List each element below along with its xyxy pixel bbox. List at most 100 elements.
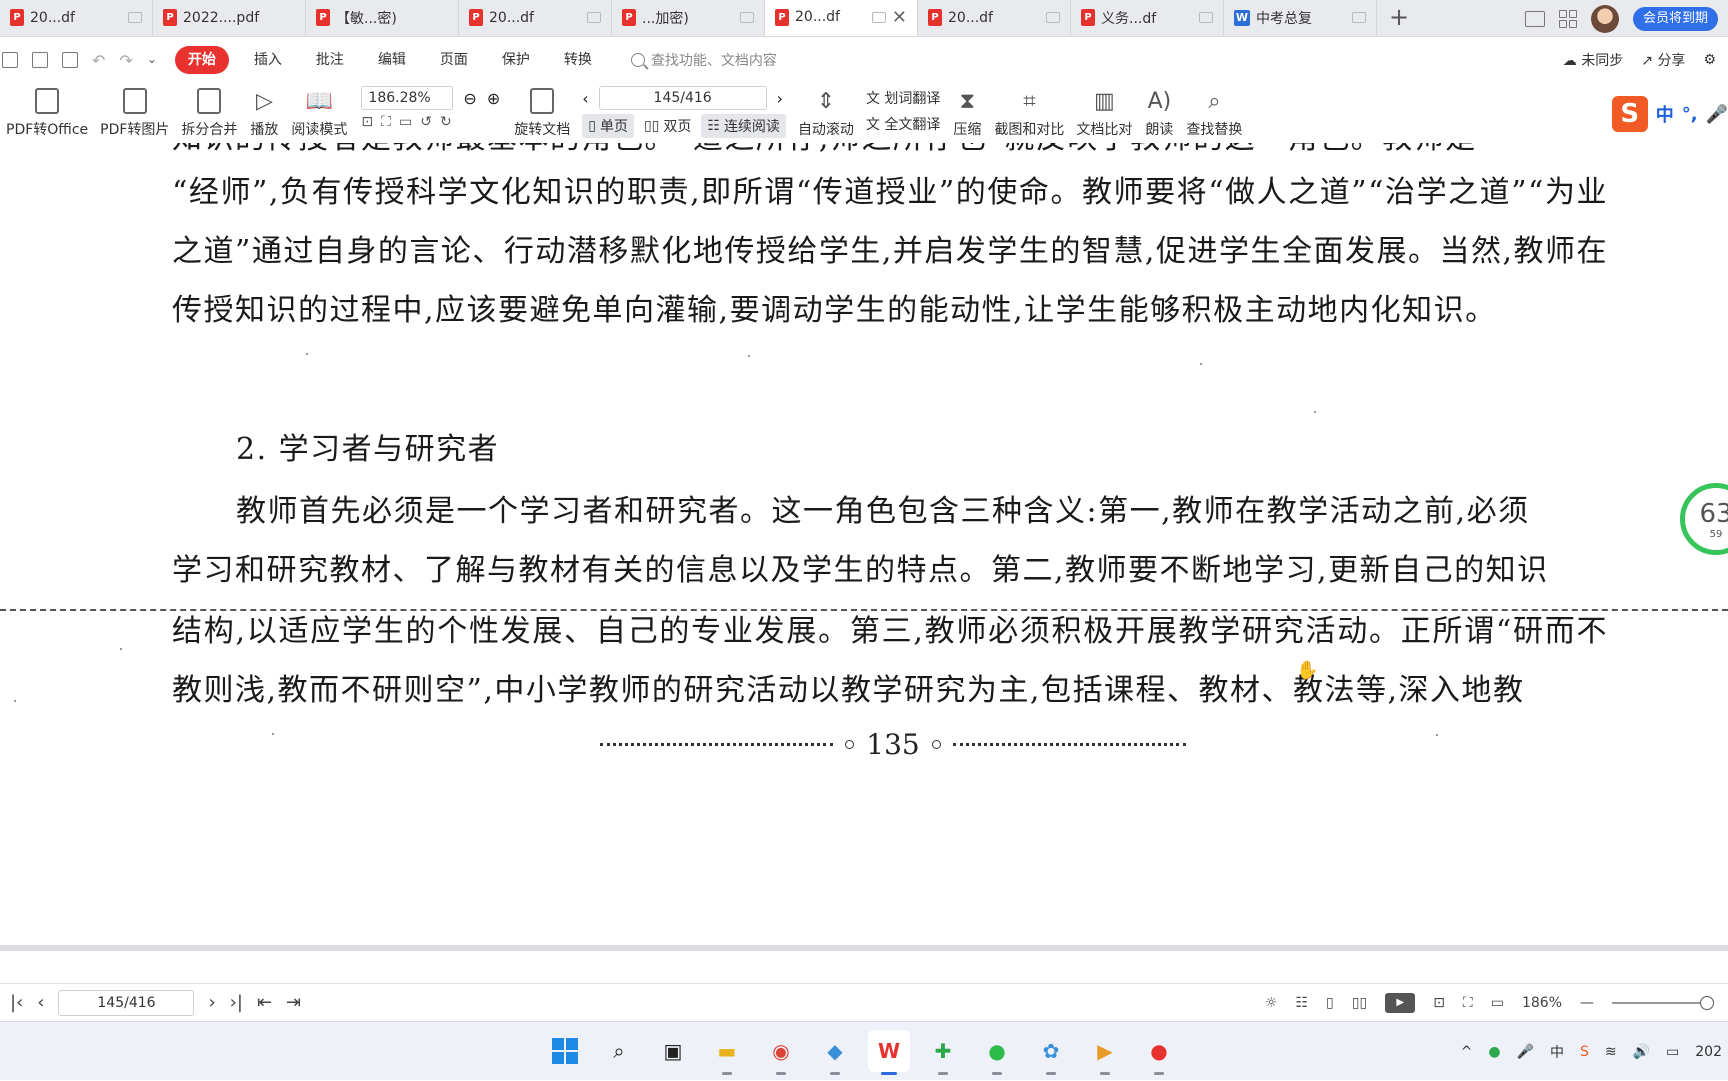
first-page-icon[interactable]: |‹ <box>10 992 23 1013</box>
rotate-left-icon[interactable]: ↺ <box>420 114 432 130</box>
auto-scroll-button[interactable]: ⇕ 自动滚动 <box>792 82 860 139</box>
settings-icon[interactable]: ⚙ <box>1703 52 1716 68</box>
undo-icon[interactable]: ↶ <box>92 51 105 70</box>
fit-width-icon[interactable]: ▭ <box>399 114 412 130</box>
close-tab-icon[interactable]: ✕ <box>892 7 907 28</box>
media-icon[interactable]: ▶ <box>1084 1030 1126 1075</box>
tab-5-active[interactable]: P 20...df ✕ <box>765 0 918 36</box>
tab-7[interactable]: P 义务...df <box>1071 0 1224 36</box>
zoom-out-icon[interactable]: ⊖ <box>463 89 476 108</box>
find-replace-button[interactable]: ⌕ 查找替换 <box>1180 82 1248 139</box>
back-icon[interactable]: ⇤ <box>257 992 272 1013</box>
compress-button[interactable]: ⧗ 压缩 <box>946 82 988 139</box>
chrome-icon[interactable]: ◉ <box>760 1030 802 1075</box>
single-page-button[interactable]: ▯ 单页 <box>582 114 634 138</box>
file-explorer-icon[interactable]: ▬ <box>706 1030 748 1075</box>
prev-page-icon[interactable]: ‹ <box>37 992 44 1013</box>
status-page-input[interactable]: 145/416 <box>58 989 195 1016</box>
menu-edit[interactable]: 编辑 <box>361 46 423 74</box>
search-icon[interactable]: ⌕ <box>598 1030 640 1072</box>
tab-0[interactable]: P 20...df <box>0 0 153 36</box>
feature-search[interactable]: 查找功能、文档内容 <box>630 50 777 70</box>
chevron-up-icon[interactable]: ^ <box>1461 1044 1473 1060</box>
fit-width-icon[interactable]: ▭ <box>1491 995 1504 1011</box>
sogou-tray-icon[interactable]: S <box>1580 1044 1589 1060</box>
play-icon[interactable]: ▶ <box>1385 993 1416 1013</box>
continuous-read-button[interactable]: ☷ 连续阅读 <box>701 114 786 138</box>
open-folder-icon[interactable] <box>2 52 18 68</box>
double-page-button[interactable]: ▯▯ 双页 <box>638 114 697 138</box>
page-number-input[interactable]: 145/416 <box>598 86 767 110</box>
save-icon[interactable] <box>32 52 48 68</box>
doc-compare-button[interactable]: ▥ 文档比对 <box>1070 82 1138 139</box>
window-mode-icon[interactable] <box>1524 10 1545 27</box>
app-icon[interactable]: ◆ <box>814 1030 856 1075</box>
split-merge-button[interactable]: 拆分合并 <box>175 82 243 139</box>
microphone-icon[interactable]: 🎤 <box>1517 1044 1534 1060</box>
tab-8[interactable]: W 中考总复 <box>1224 0 1377 36</box>
zoom-select[interactable]: 186.28% <box>361 86 454 110</box>
print-icon[interactable] <box>62 52 78 68</box>
actual-size-icon[interactable]: ⊡ <box>1433 995 1445 1011</box>
forward-icon[interactable]: ⇥ <box>286 992 301 1013</box>
menu-annotate[interactable]: 批注 <box>299 46 361 74</box>
menu-insert[interactable]: 插入 <box>237 46 299 74</box>
recorder-icon[interactable]: ● <box>1138 1030 1180 1075</box>
menu-protect[interactable]: 保护 <box>485 46 547 74</box>
document-view[interactable]: 知识的传授者是教师最基本的角色。“道之所存,师之所存也”就反映了教师的这一角色。… <box>0 143 1728 945</box>
sync-status[interactable]: ☁ 未同步 <box>1563 50 1623 70</box>
menu-convert[interactable]: 转换 <box>547 46 609 74</box>
word-translate-button[interactable]: 文 划词翻译 <box>866 88 940 108</box>
zoom-slider-knob[interactable] <box>1700 996 1714 1010</box>
tray-app-icon[interactable]: ● <box>1488 1044 1500 1060</box>
wechat-icon[interactable]: ● <box>976 1030 1018 1075</box>
full-translate-button[interactable]: 文 全文翻译 <box>866 114 940 134</box>
progress-widget[interactable]: 63 59 <box>1680 483 1728 555</box>
single-page-icon[interactable]: ▯ <box>1326 995 1334 1011</box>
app-grid-icon[interactable] <box>1558 9 1577 28</box>
menu-start[interactable]: 开始 <box>174 46 229 74</box>
menu-page[interactable]: 页面 <box>423 46 485 74</box>
last-page-icon[interactable]: ›| <box>230 992 243 1013</box>
start-icon[interactable] <box>544 1030 586 1072</box>
play-button[interactable]: ▷ 播放 <box>243 82 285 139</box>
share-button[interactable]: ↗ 分享 <box>1641 50 1685 70</box>
fit-page-icon[interactable]: ⛶ <box>381 114 391 130</box>
next-page-icon[interactable]: › <box>777 89 783 108</box>
ime-toolbar[interactable]: S 中 °, 🎤 <box>1611 96 1728 132</box>
pdf-to-office-button[interactable]: PDF转Office <box>0 82 94 139</box>
zoom-out-icon[interactable]: — <box>1580 995 1594 1011</box>
zoom-slider[interactable] <box>1612 996 1714 1010</box>
avatar[interactable] <box>1590 4 1619 33</box>
screenshot-compare-button[interactable]: ⌗ 截图和对比 <box>988 82 1070 139</box>
actual-size-icon[interactable]: ⊡ <box>361 114 373 130</box>
prev-page-icon[interactable]: ‹ <box>582 89 588 108</box>
cloud-icon[interactable]: ✿ <box>1030 1030 1072 1075</box>
clock[interactable]: 202 <box>1695 1044 1722 1060</box>
chevron-down-icon[interactable]: ⌄ <box>147 52 157 68</box>
double-page-icon[interactable]: ▯▯ <box>1352 995 1367 1011</box>
new-tab-button[interactable]: + <box>1377 0 1421 36</box>
ime-indicator[interactable]: 中 <box>1550 1042 1564 1062</box>
tab-1[interactable]: P 2022....pdf <box>153 0 306 36</box>
add-icon[interactable]: ✚ <box>922 1030 964 1075</box>
wps-icon[interactable]: W <box>868 1030 910 1075</box>
pdf-to-image-button[interactable]: PDF转图片 <box>94 82 175 139</box>
battery-icon[interactable]: ▭ <box>1666 1044 1679 1060</box>
tab-3[interactable]: P 20...df <box>459 0 612 36</box>
tab-2[interactable]: P 【敏...密) <box>306 0 459 36</box>
task-view-icon[interactable]: ▣ <box>652 1030 694 1072</box>
continuous-icon[interactable]: ☷ <box>1295 995 1308 1011</box>
eye-protect-icon[interactable]: ☼ <box>1265 995 1278 1011</box>
zoom-level[interactable]: 186% <box>1522 995 1562 1011</box>
tab-6[interactable]: P 20...df <box>918 0 1071 36</box>
vip-button[interactable]: 会员将到期 <box>1632 6 1718 31</box>
next-page-icon[interactable]: › <box>208 992 215 1013</box>
read-mode-button[interactable]: 📖 阅读模式 <box>285 82 353 139</box>
tab-4[interactable]: P ...加密) <box>612 0 765 36</box>
wifi-icon[interactable]: ≋ <box>1605 1044 1617 1060</box>
zoom-in-icon[interactable]: ⊕ <box>487 89 500 108</box>
rotate-doc-button[interactable]: 旋转文档 <box>508 82 576 139</box>
redo-icon[interactable]: ↷ <box>119 51 132 70</box>
volume-icon[interactable]: 🔊 <box>1633 1044 1650 1060</box>
